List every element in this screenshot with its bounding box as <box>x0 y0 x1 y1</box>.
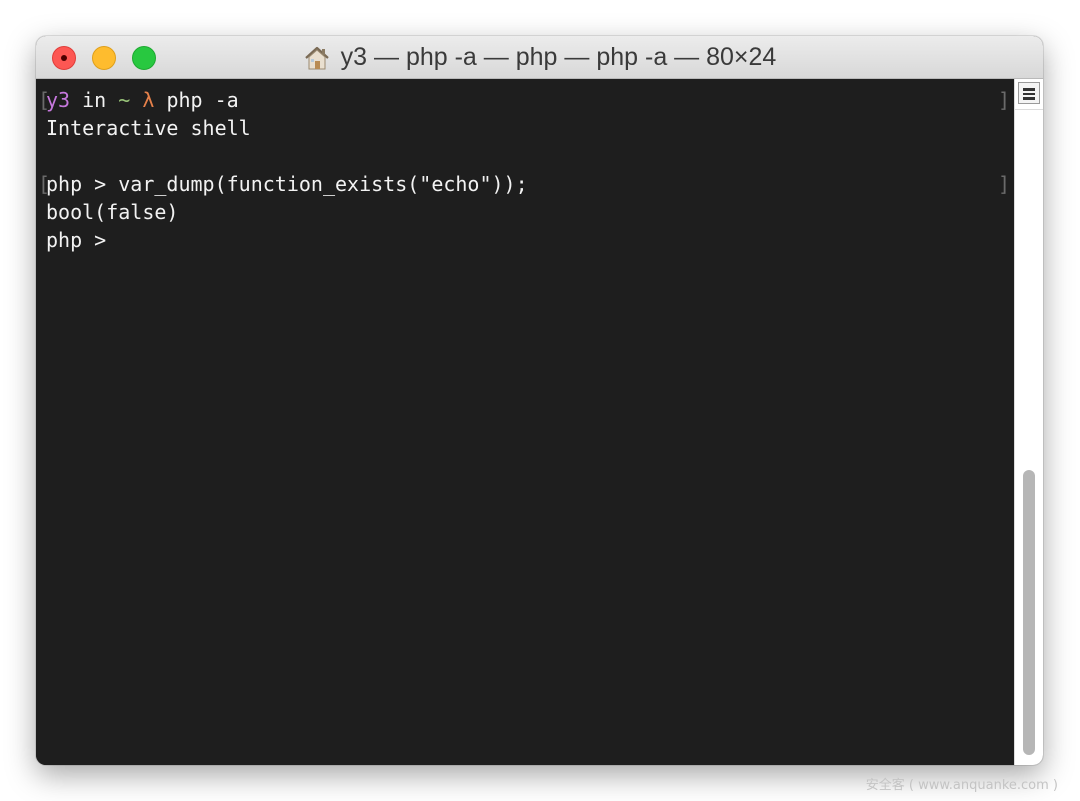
window-title-group: y3 — php -a — php — php -a — 80×24 <box>36 36 1043 79</box>
home-icon <box>303 45 331 71</box>
mark-bracket-right: ] <box>997 88 1010 112</box>
prompt-in: in <box>70 88 119 112</box>
prompt-dir: ~ <box>118 88 131 112</box>
title-bar[interactable]: y3 — php -a — php — php -a — 80×24 <box>36 36 1043 79</box>
split-icon-bar <box>1023 93 1035 95</box>
scrollbar-thumb[interactable] <box>1023 470 1035 755</box>
output-line: Interactive shell <box>46 116 251 140</box>
scroll-area <box>1014 79 1043 765</box>
terminal-output[interactable]: [ ] y3 in ~ λ php -a Interactive shell [… <box>36 79 1014 765</box>
prompt-line: y3 in ~ λ php -a <box>46 86 239 114</box>
current-prompt-line[interactable]: php > <box>46 226 118 254</box>
split-icon-bar <box>1023 88 1035 91</box>
watermark: 安全客 ( www.anquanke.com ) <box>865 778 1058 793</box>
prompt-user: y3 <box>46 88 71 112</box>
prompt-command: php -a <box>166 88 239 112</box>
prompt-lambda: λ <box>130 88 167 112</box>
output-line: bool(false) <box>46 200 179 224</box>
window-title: y3 — php -a — php — php -a — 80×24 <box>340 43 777 71</box>
split-pane-button[interactable] <box>1018 82 1040 104</box>
input-line: php > var_dump(function_exists("echo")); <box>46 172 528 196</box>
mark-bracket-right: ] <box>997 172 1010 196</box>
terminal-window: y3 — php -a — php — php -a — 80×24 [ ] y… <box>36 36 1043 765</box>
split-icon-bar <box>1023 97 1035 100</box>
scrollbar-track[interactable] <box>1015 109 1043 765</box>
